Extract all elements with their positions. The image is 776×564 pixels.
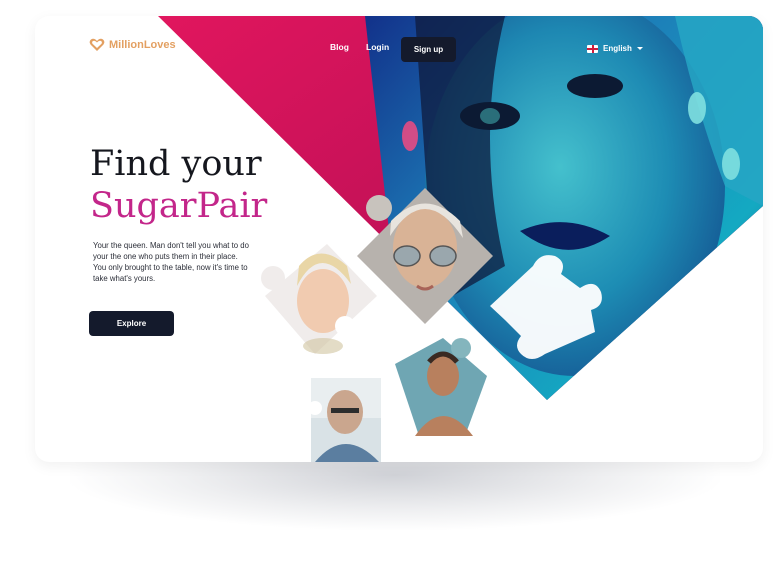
heart-logo-icon: [89, 38, 105, 51]
puzzle-piece-man-glasses: [308, 378, 381, 462]
hero-title-line2: SugarPair: [90, 186, 268, 226]
chevron-down-icon: [636, 47, 643, 50]
puzzle-piece-shirtless-man: [395, 338, 487, 436]
landing-page-card: MillionLoves Blog Login Sign up English …: [35, 16, 763, 462]
explore-button[interactable]: Explore: [89, 311, 174, 336]
brand-name: MillionLoves: [109, 39, 176, 51]
language-label: English: [603, 44, 632, 53]
hero-description: Your the queen. Man don't tell you what …: [93, 241, 249, 283]
brand-logo[interactable]: MillionLoves: [89, 38, 176, 52]
puzzle-piece-blonde-woman: [261, 244, 377, 354]
nav-login-link[interactable]: Login: [366, 42, 389, 52]
hero-title-line1: Find your: [90, 144, 262, 184]
hero-artwork: [158, 16, 763, 462]
signup-button[interactable]: Sign up: [401, 37, 456, 62]
nav-blog-link[interactable]: Blog: [330, 42, 349, 52]
language-selector[interactable]: English: [587, 44, 643, 53]
uk-flag-icon: [587, 44, 598, 53]
